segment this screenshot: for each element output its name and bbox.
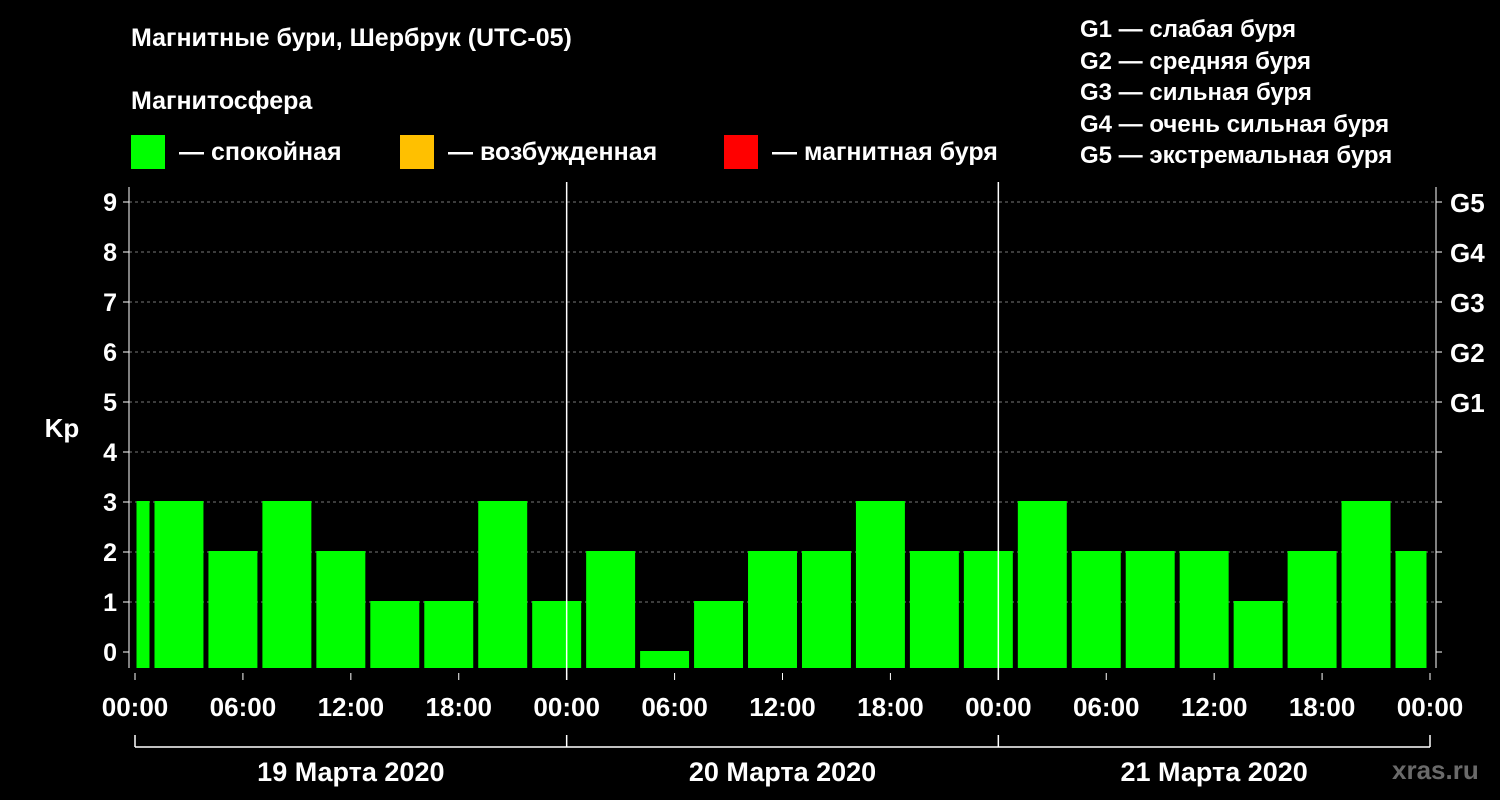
y-tick-label-4: 4 <box>103 439 117 467</box>
x-tick-label-8: 00:00 <box>965 692 1032 722</box>
kp-bar-10 <box>640 651 690 668</box>
y-tick-label-6: 6 <box>103 339 117 367</box>
kp-bar-11 <box>694 601 744 668</box>
kp-bar-20 <box>1179 551 1229 668</box>
kp-bar-14 <box>855 501 905 668</box>
kp-bar-17 <box>1017 501 1067 668</box>
kp-bar-13 <box>801 551 851 668</box>
kp-bar-3 <box>262 501 312 668</box>
x-tick-label-0: 00:00 <box>102 692 169 722</box>
kp-bar-4 <box>316 551 366 668</box>
y-tick-label-8: 8 <box>103 239 117 267</box>
kp-bar-16 <box>963 551 1013 668</box>
kp-bar-1 <box>154 501 204 668</box>
kp-bar-2 <box>208 551 258 668</box>
y-tick-label-1: 1 <box>103 589 117 617</box>
right-label-g2: G2 <box>1450 338 1485 368</box>
y-tick-label-5: 5 <box>103 389 117 417</box>
x-tick-label-5: 06:00 <box>641 692 708 722</box>
kp-bar-19 <box>1125 551 1175 668</box>
right-label-g3: G3 <box>1450 288 1485 318</box>
kp-bar-22 <box>1287 551 1337 668</box>
day-label-3: 21 Марта 2020 <box>1121 757 1308 787</box>
x-tick-label-4: 00:00 <box>533 692 600 722</box>
kp-bar-7 <box>478 501 528 668</box>
watermark: xras.ru <box>1392 755 1479 785</box>
kp-bar-18 <box>1071 551 1121 668</box>
kp-bar-21 <box>1233 601 1283 668</box>
right-label-g5: G5 <box>1450 188 1485 218</box>
x-tick-label-11: 18:00 <box>1289 692 1356 722</box>
y-tick-label-9: 9 <box>103 189 117 217</box>
x-tick-label-2: 12:00 <box>318 692 385 722</box>
x-tick-label-12: 00:00 <box>1397 692 1464 722</box>
kp-bar-5 <box>370 601 420 668</box>
x-tick-label-3: 18:00 <box>426 692 493 722</box>
kp-bar-15 <box>909 551 959 668</box>
kp-bar-9 <box>586 551 636 668</box>
x-tick-label-1: 06:00 <box>210 692 277 722</box>
x-tick-label-7: 18:00 <box>857 692 924 722</box>
right-label-g1: G1 <box>1450 388 1485 418</box>
y-tick-label-3: 3 <box>103 489 117 517</box>
y-tick-label-7: 7 <box>103 289 117 317</box>
kp-bar-24 <box>1395 551 1427 668</box>
x-tick-label-9: 06:00 <box>1073 692 1140 722</box>
x-tick-label-10: 12:00 <box>1181 692 1248 722</box>
day-label-2: 20 Марта 2020 <box>689 757 876 787</box>
y-axis-label: Kp <box>45 413 80 443</box>
kp-bar-6 <box>424 601 474 668</box>
day-label-1: 19 Марта 2020 <box>257 757 444 787</box>
kp-bar-12 <box>748 551 797 668</box>
y-tick-label-0: 0 <box>103 639 117 667</box>
kp-bar-23 <box>1341 501 1391 668</box>
kp-bar-0 <box>136 501 150 668</box>
x-tick-label-6: 12:00 <box>749 692 816 722</box>
kp-bar-chart: 0 1 2 3 4 5 6 7 8 9 Kp G1 G2 G3 G4 G5 00:00 06:00 12:00 18:… <box>45 182 1485 787</box>
kp-bar-8 <box>532 601 582 668</box>
right-label-g4: G4 <box>1450 238 1485 268</box>
y-tick-label-2: 2 <box>103 539 117 567</box>
